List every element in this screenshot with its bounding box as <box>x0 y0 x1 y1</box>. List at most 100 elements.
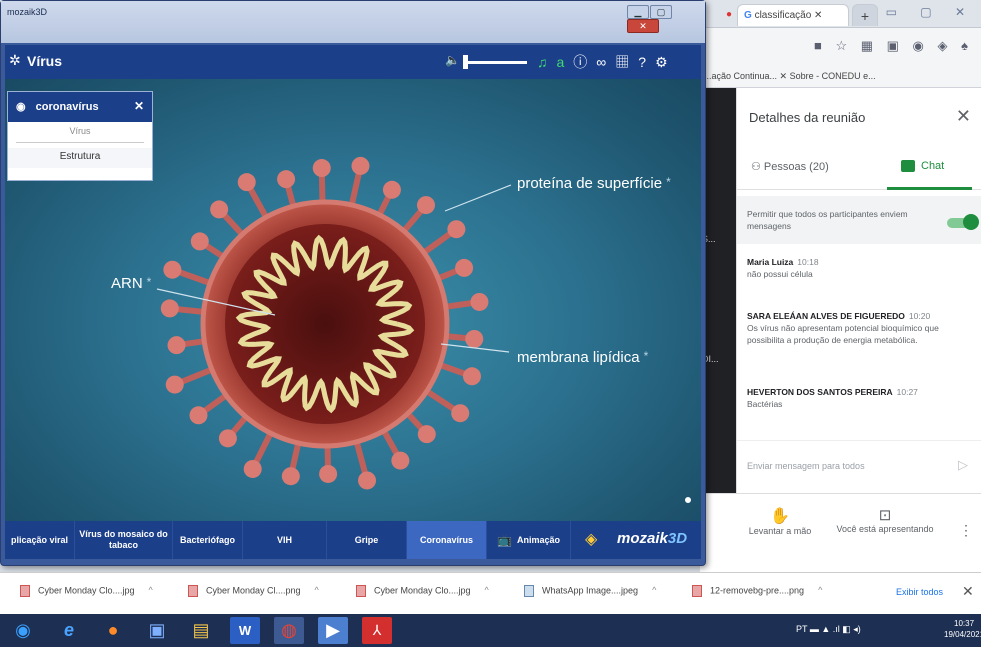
label-surface-protein[interactable]: proteína de superfície * <box>517 175 671 192</box>
compose-input[interactable]: Enviar mensagem para todos <box>747 461 865 471</box>
message-time: 10:18 <box>797 257 819 267</box>
chevron-up-icon[interactable]: ^ <box>149 585 153 595</box>
download-item[interactable]: WhatsApp Image....jpeg ^ <box>524 585 656 605</box>
window-title: mozaik3D <box>7 7 48 17</box>
more-options-icon[interactable]: ⋮ <box>959 522 973 539</box>
show-all-downloads-link[interactable]: Exibir todos <box>896 587 943 597</box>
narration-icon[interactable]: a <box>557 54 574 70</box>
volume-knob[interactable] <box>463 55 468 69</box>
folder-icon[interactable]: ▤ <box>186 617 216 644</box>
link-icon[interactable]: ∞ <box>596 54 615 70</box>
clock[interactable]: 10:37 19/04/2021 <box>944 618 981 640</box>
label-rna[interactable]: ARN * <box>111 275 151 292</box>
chevron-up-icon[interactable]: ^ <box>652 585 656 595</box>
raise-hand-label: Levantar a mão <box>748 526 812 536</box>
star-icon: * <box>643 349 649 363</box>
app-icon[interactable]: ▶ <box>318 617 348 644</box>
label-text: proteína de superfície <box>517 175 663 192</box>
close-icon[interactable]: ✕ <box>134 99 144 113</box>
tv-icon: 📺 <box>497 532 512 547</box>
grid-icon[interactable]: ▦ <box>615 54 638 70</box>
app-header: ✲ Vírus 🔈 ♫aⓘ∞▦?⚙ <box>5 45 701 79</box>
eye-icon[interactable]: ◉ <box>16 101 26 113</box>
layers-icon[interactable]: ◈ <box>585 529 597 549</box>
divider <box>16 142 144 143</box>
message-text: Os vírus não apresentam potencial bioquí… <box>747 323 939 345</box>
tab-tobacco-mosaic[interactable]: Vírus do mosaico do tabaco <box>75 521 173 559</box>
new-tab-button[interactable]: + <box>852 4 878 26</box>
side-panel-item-estrutura[interactable]: Estrutura <box>8 148 152 168</box>
send-icon[interactable]: ▷ <box>958 457 968 473</box>
close-button[interactable]: ✕ <box>627 19 659 33</box>
firefox-icon[interactable]: ● <box>98 617 128 644</box>
close-icon[interactable]: ✕ <box>962 583 974 600</box>
meet-controls: ✋ Levantar a mão ⊡ Você está apresentand… <box>700 493 981 572</box>
tab-label: plicação viral <box>10 534 69 545</box>
word-icon[interactable]: W <box>230 617 260 644</box>
toggle-knob[interactable] <box>963 214 979 230</box>
bookmarks-bar[interactable]: ...ação Continua... ✕ Sobre - CONEDU e..… <box>700 68 981 88</box>
chrome-icon[interactable]: ◍ <box>274 617 304 644</box>
chevron-up-icon[interactable]: ^ <box>315 585 319 595</box>
gear-icon[interactable]: ⚙ <box>655 54 677 70</box>
raise-hand-button[interactable]: ✋ Levantar a mão <box>740 506 820 536</box>
chat-message: HEVERTON DOS SANTOS PEREIRA 10:27 Bactéri… <box>747 386 972 410</box>
minimize-button[interactable]: ▁ <box>627 5 649 19</box>
tab-flu[interactable]: Gripe <box>327 521 407 559</box>
download-item[interactable]: Cyber Monday Cl....png ^ <box>188 585 319 605</box>
volume-slider[interactable] <box>465 61 527 64</box>
message-time: 10:20 <box>908 311 931 321</box>
present-icon: ⊡ <box>878 507 892 524</box>
tab-viral-replication[interactable]: plicação viral <box>5 521 75 559</box>
system-tray[interactable]: PT ▬ ▲ .ıl ◧ ◂) <box>796 624 861 635</box>
media-icon[interactable]: ▣ <box>142 617 172 644</box>
meeting-details-panel: Detalhes da reunião ✕ ⚇ Pessoas (20) Cha… <box>736 88 981 493</box>
chat-message: Maria Luiza 10:18 não possui célula <box>747 256 972 280</box>
pdf-icon[interactable]: ⅄ <box>362 617 392 644</box>
tab-label: VIH <box>276 534 292 545</box>
label-lipid-membrane[interactable]: membrana lipídica * <box>517 349 648 366</box>
message-time: 10:27 <box>896 387 918 397</box>
people-icon: ⚇ <box>751 161 764 173</box>
chevron-up-icon[interactable]: ^ <box>485 585 489 595</box>
download-filename: Cyber Monday Cl....png <box>206 585 301 596</box>
tab-people[interactable]: ⚇ Pessoas (20) <box>751 160 829 173</box>
browser-tab-active[interactable]: G classificação ✕ <box>737 4 849 26</box>
browser-window-controls[interactable]: ▭ ▢ ✕ <box>886 5 975 19</box>
browser-tab-label: classificação <box>754 10 812 21</box>
ie-icon[interactable]: e <box>54 617 84 644</box>
chat-compose[interactable]: Enviar mensagem para todos ▷ <box>737 440 981 490</box>
file-icon <box>524 585 534 597</box>
toolbar-icons: ♫aⓘ∞▦?⚙ <box>537 52 677 72</box>
start-button[interactable]: ◉ <box>8 617 38 644</box>
download-item[interactable]: Cyber Monday Clo....jpg ^ <box>20 585 153 605</box>
info-icon[interactable]: ⓘ <box>573 54 596 70</box>
download-filename: WhatsApp Image....jpeg <box>542 585 639 596</box>
tab-bacteriophage[interactable]: Bacteriófago <box>173 521 243 559</box>
message-author: SARA ELEÁAN ALVES DE FIGUEREDO <box>747 311 905 321</box>
allow-messages-label: Permitir que todos os participantes envi… <box>747 209 908 231</box>
tab-coronavirus[interactable]: Coronavírus <box>407 521 487 559</box>
music-icon[interactable]: ♫ <box>537 54 557 70</box>
close-icon[interactable]: ✕ <box>956 106 971 127</box>
extension-icons[interactable]: ■ ☆ ▦ ▣ ◉ ◈ ♠ <box>814 38 973 54</box>
brand-suffix: 3D <box>667 530 688 547</box>
maximize-button[interactable]: ▢ <box>650 5 672 19</box>
side-panel-title: coronavírus <box>35 101 99 113</box>
windows-taskbar: ◉ e ● ▣ ▤ W ◍ ▶ ⅄ PT ▬ ▲ .ıl ◧ ◂) 10:37 … <box>0 614 981 647</box>
tab-label: Vírus do mosaico do tabaco <box>79 529 168 550</box>
tab-chat[interactable]: Chat <box>901 160 944 173</box>
tab-hiv[interactable]: VIH <box>243 521 327 559</box>
presenting-button[interactable]: ⊡ Você está apresentando <box>830 506 940 534</box>
google-icon: G <box>744 10 752 21</box>
browser-toolbar: ■ ☆ ▦ ▣ ◉ ◈ ♠ <box>700 28 981 68</box>
virus-logo-icon: ✲ <box>9 52 21 68</box>
tab-animation[interactable]: 📺 Animação <box>487 521 571 559</box>
download-item[interactable]: Cyber Monday Clo....jpg ^ <box>356 585 489 605</box>
download-item[interactable]: 12-removebg-pre....png ^ <box>692 585 822 605</box>
speaker-icon[interactable]: 🔈 <box>445 53 460 67</box>
help-icon[interactable]: ? <box>638 54 655 70</box>
file-icon <box>188 585 198 597</box>
chevron-up-icon[interactable]: ^ <box>818 585 822 595</box>
close-icon[interactable]: ✕ <box>814 10 822 21</box>
